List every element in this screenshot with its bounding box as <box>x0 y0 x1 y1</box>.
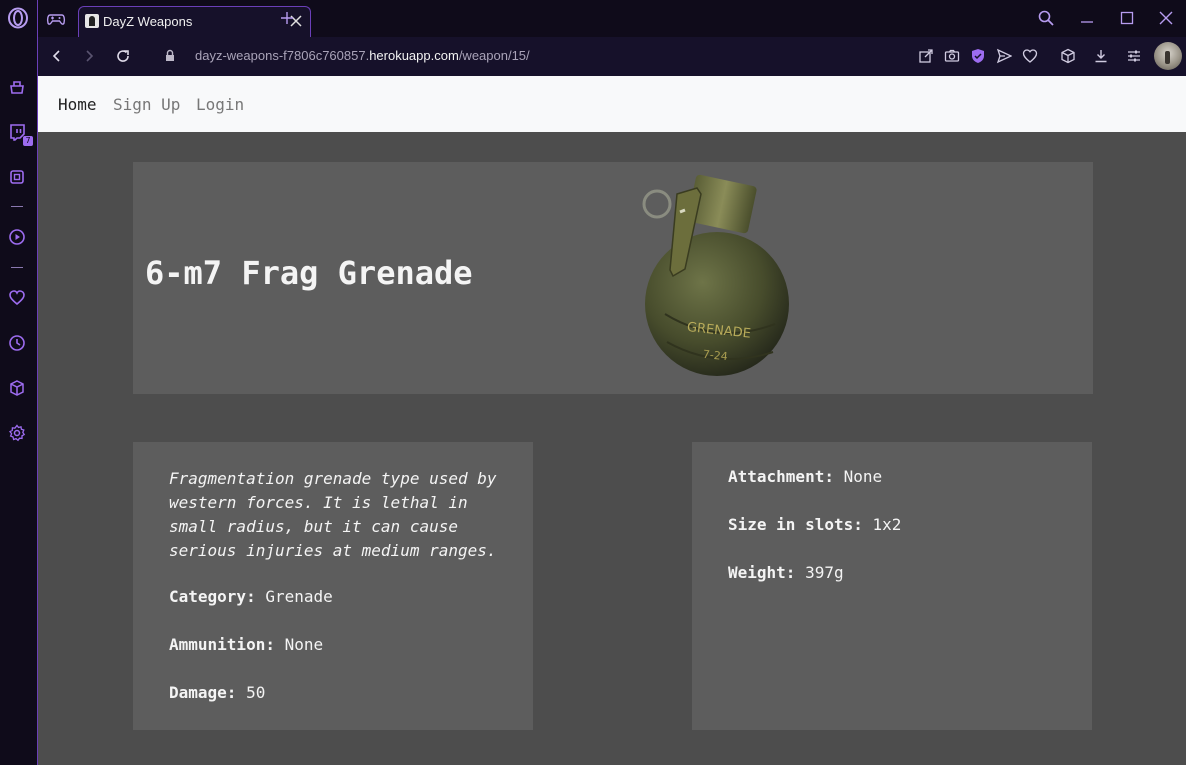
tab-dayz-weapons[interactable]: DayZ Weapons <box>78 6 311 37</box>
minimize-icon[interactable] <box>1076 7 1098 29</box>
opera-logo-icon[interactable] <box>7 7 29 29</box>
size-row: Size in slots: 1x2 <box>728 515 901 534</box>
size-value: 1x2 <box>872 515 902 534</box>
close-window-icon[interactable] <box>1155 7 1177 29</box>
gamepad-icon[interactable] <box>46 9 66 29</box>
ammunition-row: Ammunition: None <box>169 635 323 654</box>
weapon-hero: 6-m7 Frag Grenade GRENADE 7-24 <box>133 162 1093 394</box>
attachment-value: None <box>843 467 883 486</box>
weapon-title: 6-m7 Frag Grenade <box>145 254 473 292</box>
category-label: Category: <box>169 587 256 606</box>
download-icon[interactable] <box>1091 46 1111 66</box>
profile-avatar[interactable] <box>1154 42 1182 70</box>
weight-row: Weight: 397g <box>728 563 844 582</box>
url-prefix: dayz-weapons-f7806c760857. <box>195 48 370 63</box>
camera-icon[interactable] <box>942 46 962 66</box>
attachment-label: Attachment: <box>728 467 834 486</box>
url-path: /weapon/15/ <box>458 48 530 63</box>
player-icon[interactable] <box>6 226 28 248</box>
size-label: Size in slots: <box>728 515 863 534</box>
settings-gear-icon[interactable] <box>6 422 28 444</box>
weight-label: Weight: <box>728 563 796 582</box>
site-favicon-icon <box>85 14 99 28</box>
new-tab-plus-icon[interactable] <box>278 9 296 27</box>
tab-title: DayZ Weapons <box>103 14 193 29</box>
tab-strip: DayZ Weapons <box>38 0 1186 37</box>
weight-value: 397g <box>805 563 844 582</box>
sidebar-divider <box>11 206 23 207</box>
damage-row: Damage: 50 <box>169 683 265 702</box>
extensions-cube-icon[interactable] <box>1058 46 1078 66</box>
ammunition-value: None <box>284 635 324 654</box>
address-bar: dayz-weapons-f7806c760857.herokuapp.com/… <box>38 37 1186 76</box>
grenade-code-text: 7-24 <box>702 348 728 364</box>
easy-setup-sliders-icon[interactable] <box>1124 46 1144 66</box>
ammunition-label: Ammunition: <box>169 635 275 654</box>
site-navbar: Home Sign Up Login <box>38 76 1186 132</box>
attachment-row: Attachment: None <box>728 467 882 486</box>
nav-signup-link[interactable]: Sign Up <box>113 95 180 114</box>
sidebar-divider <box>11 267 23 268</box>
nav-login-link[interactable]: Login <box>196 95 244 114</box>
category-row: Category: Grenade <box>169 587 333 606</box>
search-icon[interactable] <box>1035 7 1057 29</box>
send-icon[interactable] <box>994 46 1014 66</box>
lock-icon[interactable] <box>159 45 181 67</box>
reload-icon[interactable] <box>112 45 134 67</box>
maximize-icon[interactable] <box>1116 7 1138 29</box>
weapon-image: GRENADE 7-24 <box>625 174 805 379</box>
damage-value: 50 <box>246 683 266 702</box>
browser-sidebar: 7 <box>0 0 38 765</box>
category-value: Grenade <box>265 587 333 606</box>
page-viewport: Home Sign Up Login 6-m7 Frag Grenade GRE… <box>38 76 1186 765</box>
chip-icon[interactable] <box>6 166 28 188</box>
cube-icon[interactable] <box>6 377 28 399</box>
back-arrow-icon[interactable] <box>46 45 68 67</box>
share-icon[interactable] <box>916 46 936 66</box>
shopping-icon[interactable] <box>6 76 28 98</box>
heart-icon[interactable] <box>6 287 28 309</box>
bookmark-heart-icon[interactable] <box>1020 46 1040 66</box>
vpn-shield-icon[interactable] <box>968 46 988 66</box>
damage-label: Damage: <box>169 683 237 702</box>
nav-home-link[interactable]: Home <box>58 95 97 114</box>
weapon-details-card: Fragmentation grenade type used by weste… <box>133 442 533 730</box>
weapon-description: Fragmentation grenade type used by weste… <box>169 469 497 560</box>
url-host: herokuapp.com <box>369 48 459 63</box>
url-field[interactable]: dayz-weapons-f7806c760857.herokuapp.com/… <box>195 48 530 63</box>
forward-arrow-icon[interactable] <box>78 45 100 67</box>
history-icon[interactable] <box>6 332 28 354</box>
weapon-specs-card: Attachment: None Size in slots: 1x2 Weig… <box>692 442 1092 730</box>
twitch-badge: 7 <box>23 136 33 146</box>
